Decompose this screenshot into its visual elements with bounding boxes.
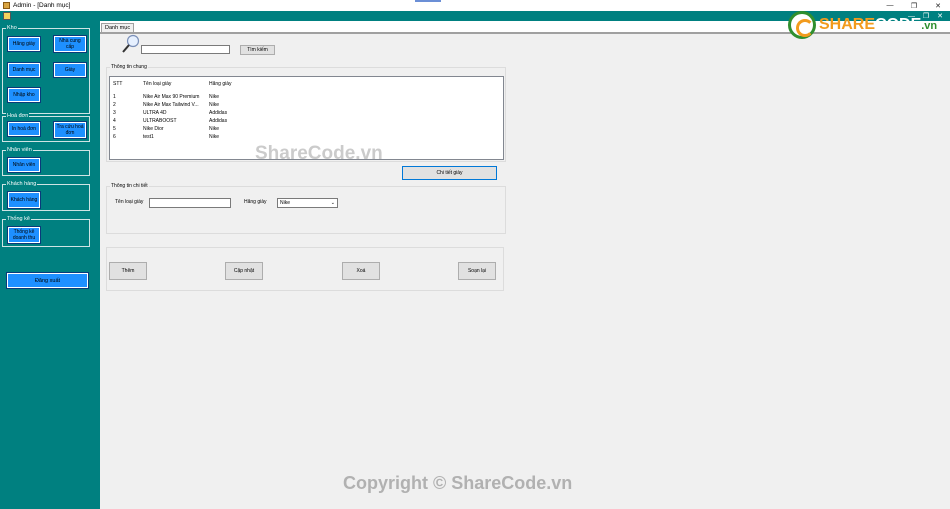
list-item[interactable]: 6 test1 Nike — [110, 133, 505, 141]
cell-hang: Nike — [209, 134, 220, 140]
group-kho: Kho Hãng giày Nhà cung cấp Danh mục Giày… — [2, 24, 90, 114]
sharecode-logo-icon — [788, 11, 816, 39]
app-icon — [3, 2, 10, 9]
add-button[interactable]: Thêm — [109, 262, 147, 280]
type-name-input[interactable] — [149, 198, 231, 208]
column-header-hang-giay[interactable]: Hãng giày — [209, 80, 269, 88]
giay-button[interactable]: Giày — [53, 62, 87, 78]
group-nhan-vien-legend: Nhân viên — [6, 146, 33, 154]
tab-danh-muc-body: Tìm kiếm Thông tin chung STT Tên loại gi… — [100, 33, 950, 509]
sharecode-logo: SHARECODE.vn — [788, 10, 948, 40]
cell-stt: 2 — [113, 102, 116, 108]
group-nhan-vien: Nhân viên Nhân viên — [2, 146, 90, 176]
group-khach-hang: Khách hàng Khách hàng — [2, 180, 90, 211]
group-hoa-don-legend: Hoá đơn — [6, 112, 30, 120]
logout-button[interactable]: Đăng xuất — [6, 272, 89, 289]
cell-hang: Nike — [209, 126, 220, 132]
detail-info-legend: Thông tin chi tiết — [110, 182, 149, 190]
copyright-watermark: Copyright © ShareCode.vn — [343, 473, 573, 493]
khach-hang-button[interactable]: Khách hàng — [7, 191, 41, 209]
cell-ten-loai: ULTRA 4D — [143, 110, 167, 116]
chevron-down-icon: ⌄ — [330, 200, 335, 206]
detail-info-group: Thông tin chi tiết Tên loại giày Hãng gi… — [106, 182, 506, 234]
nha-cung-cap-button[interactable]: Nhà cung cấp — [53, 35, 87, 53]
cell-ten-loai: Nike Dior — [143, 126, 164, 132]
list-item[interactable]: 1 Nike Air Max 90 Premium Nike — [110, 93, 505, 101]
list-item[interactable]: 3 ULTRA 4D Addidas — [110, 109, 505, 117]
search-input[interactable] — [141, 45, 230, 54]
main-content: Danh mục Tìm kiếm Thông tin chung STT Tê… — [100, 21, 950, 509]
cell-hang: Nike — [209, 102, 220, 108]
thong-ke-doanh-thu-button[interactable]: Thống kê doanh thu — [7, 226, 41, 244]
delete-button[interactable]: Xoá — [342, 262, 380, 280]
group-kho-legend: Kho — [6, 24, 18, 32]
cell-hang: Addidas — [209, 110, 228, 116]
brand-select[interactable]: Nike ⌄ — [277, 198, 338, 208]
update-button[interactable]: Cập nhật — [225, 262, 263, 280]
nhap-kho-button[interactable]: Nhập kho — [7, 87, 41, 103]
cell-stt: 1 — [113, 94, 116, 100]
sidebar: Kho Hãng giày Nhà cung cấp Danh mục Giày… — [0, 21, 100, 509]
group-khach-hang-legend: Khách hàng — [6, 180, 38, 188]
list-header: STT Tên loại giày Hãng giày — [110, 80, 505, 88]
brand-label: Hãng giày — [244, 199, 267, 205]
cell-hang: Nike — [209, 94, 220, 100]
mdi-child-icon[interactable] — [3, 12, 11, 20]
cell-stt: 4 — [113, 118, 116, 124]
nhan-vien-button[interactable]: Nhân viên — [7, 157, 41, 173]
list-item[interactable]: 5 Nike Dior Nike — [110, 125, 505, 133]
group-hoa-don: Hoá đơn In hoá đơn Tra cứu hoá đơn — [2, 112, 90, 142]
cell-ten-loai: Nike Air Max Tailwind V... — [143, 102, 199, 108]
reset-button[interactable]: Soạn lại — [458, 262, 496, 280]
type-name-label: Tên loại giày — [115, 199, 144, 205]
list-item[interactable]: 2 Nike Air Max Tailwind V... Nike — [110, 101, 505, 109]
hang-giay-button[interactable]: Hãng giày — [7, 36, 41, 52]
cell-ten-loai: test1 — [143, 134, 154, 140]
cell-stt: 3 — [113, 110, 116, 116]
tra-cuu-hoa-don-button[interactable]: Tra cứu hoá đơn — [53, 121, 87, 139]
actions-group: Thêm Cập nhật Xoá Soạn lại — [106, 247, 504, 291]
cell-hang: Addidas — [209, 118, 228, 124]
center-watermark: ShareCode.vn — [255, 143, 383, 164]
group-thong-ke: Thống kê Thống kê doanh thu — [2, 215, 90, 247]
cell-stt: 5 — [113, 126, 116, 132]
column-header-ten-loai-giay[interactable]: Tên loại giày — [143, 80, 207, 88]
focus-indicator — [415, 0, 441, 2]
in-hoa-don-button[interactable]: In hoá đơn — [7, 121, 41, 137]
list-item[interactable]: 4 ULTRABOOST Addidas — [110, 117, 505, 125]
cell-ten-loai: ULTRABOOST — [143, 118, 177, 124]
window-title: Admin - [Danh mục] — [13, 2, 71, 9]
general-info-legend: Thông tin chung — [110, 63, 148, 71]
brand-select-value: Nike — [280, 200, 291, 206]
search-icon — [122, 34, 140, 53]
search-button[interactable]: Tìm kiếm — [240, 45, 275, 55]
column-header-stt[interactable]: STT — [113, 80, 141, 88]
sharecode-logo-text: SHARECODE.vn — [819, 16, 938, 33]
group-thong-ke-legend: Thống kê — [6, 215, 31, 223]
cell-stt: 6 — [113, 134, 116, 140]
cell-ten-loai: Nike Air Max 90 Premium — [143, 94, 200, 100]
danh-muc-button[interactable]: Danh mục — [7, 62, 41, 78]
detail-button[interactable]: Chi tiết giày — [402, 166, 497, 180]
